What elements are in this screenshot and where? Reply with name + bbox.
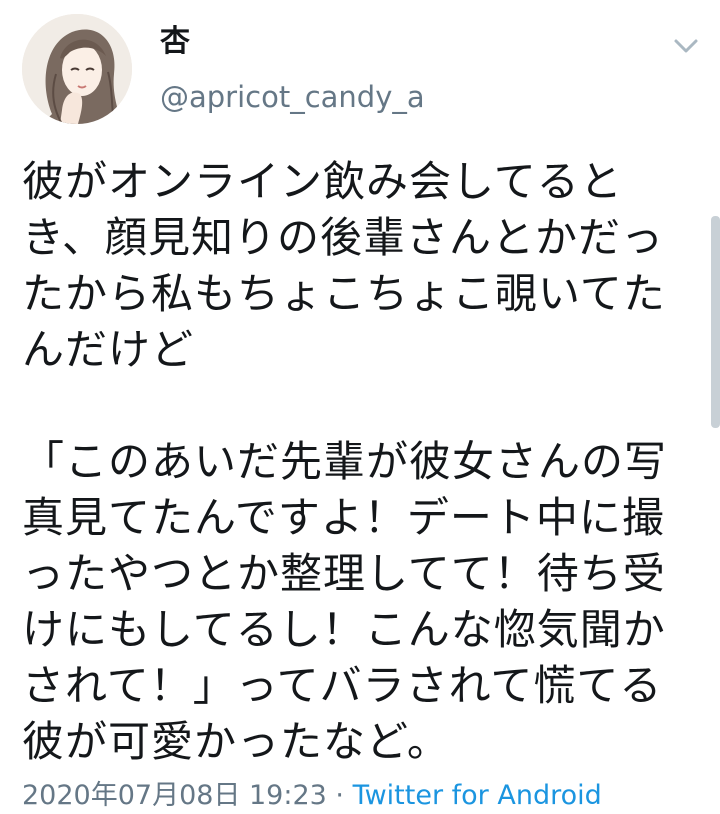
tweet-timestamp[interactable]: 2020年07月08日 19:23	[22, 780, 327, 811]
avatar[interactable]	[22, 14, 132, 124]
user-handle[interactable]: @apricot_candy_a	[160, 80, 425, 114]
display-name[interactable]: 杏	[160, 24, 190, 60]
scrollbar[interactable]	[711, 216, 720, 428]
tweet-meta: 2020年07月08日 19:23 · Twitter for Android	[22, 779, 602, 813]
chevron-down-icon[interactable]	[668, 32, 704, 60]
tweet-detail: 杏 @apricot_candy_a 彼がオンライン飲み会してると き、顔見知り…	[0, 0, 720, 814]
avatar-illustration-icon	[22, 14, 132, 124]
tweet-source-link[interactable]: Twitter for Android	[353, 780, 602, 811]
meta-separator: ·	[326, 780, 353, 811]
tweet-text: 彼がオンライン飲み会してると き、顔見知りの後輩さんとかだっ たから私もちょこち…	[22, 157, 668, 766]
